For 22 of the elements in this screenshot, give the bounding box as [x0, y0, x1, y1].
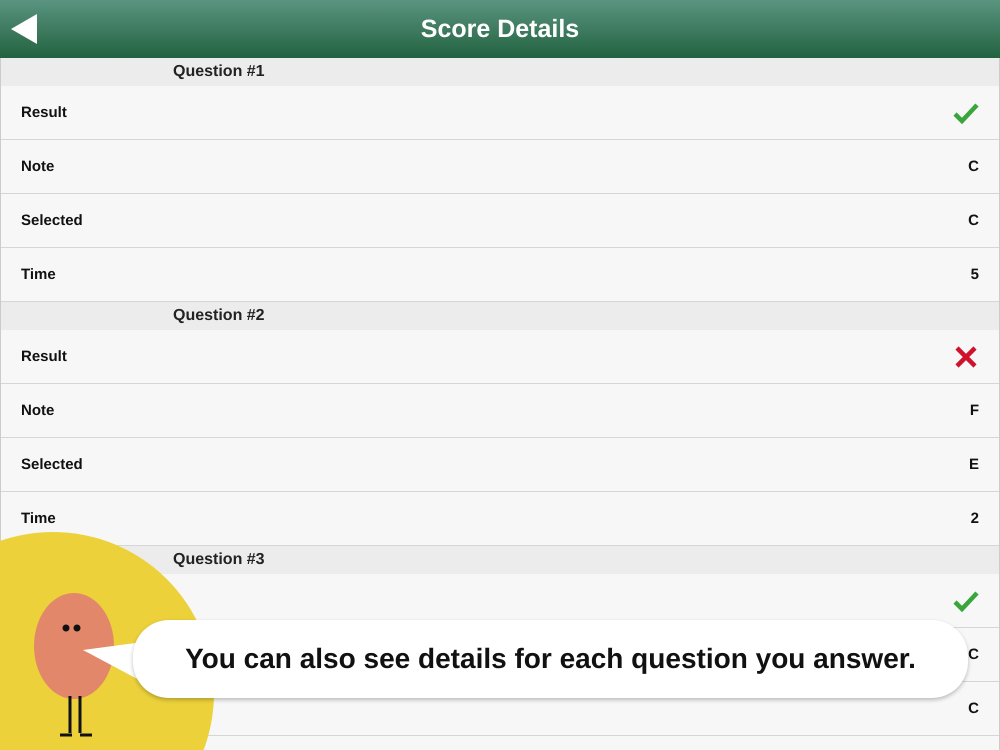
row-value: 5 [970, 266, 979, 283]
screen-title: Score Details [420, 14, 580, 44]
row-label: Selected [21, 456, 83, 473]
section-title: Question #1 [173, 63, 265, 81]
row-label: Note [21, 402, 54, 419]
row-value: C [968, 646, 979, 663]
row-label: Time [21, 510, 56, 527]
row-label: Result [21, 104, 67, 121]
section-title: Question #3 [173, 551, 265, 569]
tip-text: You can also see details for each question you answer. [185, 643, 916, 675]
row-label: Time [21, 266, 56, 283]
row-value: E [968, 456, 979, 473]
back-icon[interactable] [11, 14, 37, 44]
row-label: Note [21, 158, 54, 175]
row-label: Result [21, 348, 67, 365]
row-value: 2 [970, 510, 979, 527]
row-value: C [968, 700, 979, 717]
row-value: F [970, 402, 979, 419]
row-value: C [968, 212, 979, 229]
section-title: Question #2 [173, 307, 265, 325]
row-label: Selected [21, 212, 83, 229]
row-value: C [968, 158, 979, 175]
